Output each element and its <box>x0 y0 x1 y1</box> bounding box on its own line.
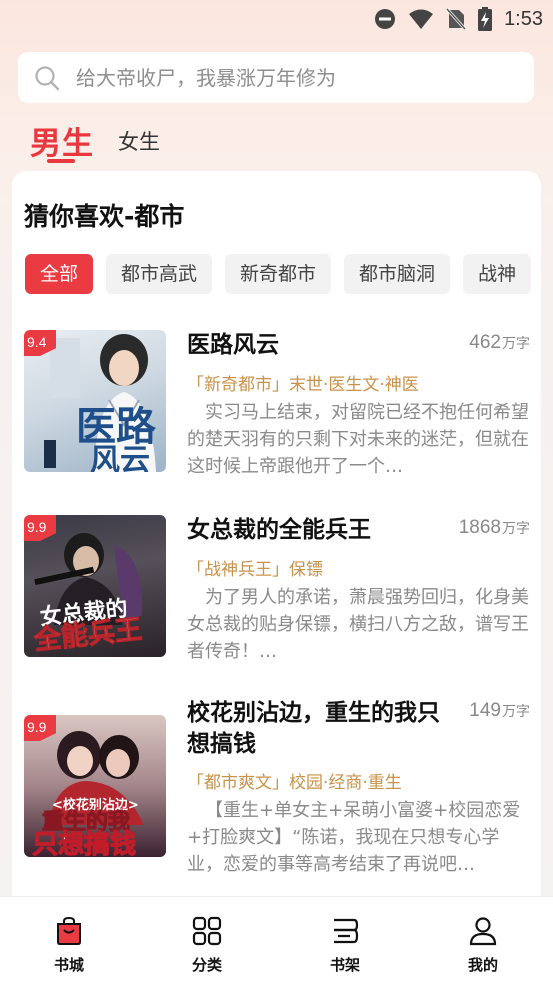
category-grid-icon <box>192 916 222 946</box>
book-item[interactable]: 医路 风云 9.4 医路风云 462万字 「新奇都市」末世·医生文·神医 实习马… <box>24 330 530 477</box>
book-title[interactable]: 校花别沾边，重生的我只想搞钱 <box>187 698 445 760</box>
category-chips: 全部 都市高武 新奇都市 都市脑洞 战神 <box>25 254 553 294</box>
do-not-disturb-icon <box>375 9 396 29</box>
word-count-value: 149 <box>469 700 501 721</box>
section-title: 猜你喜欢-都市 <box>24 202 185 231</box>
bottom-nav: 书城 分类 书架 我的 <box>0 896 553 983</box>
book-description-text: 【重生+单女主+呆萌小富婆+校园恋爱+打脸爽文】“陈诺，我现在只想专心学业，恋爱… <box>187 800 521 875</box>
nav-profile[interactable]: 我的 <box>443 897 523 983</box>
nav-label: 书架 <box>329 956 360 974</box>
chip-novel-urban[interactable]: 新奇都市 <box>225 254 332 294</box>
nav-label: 书城 <box>53 956 84 974</box>
status-time: 1:53 <box>504 7 543 30</box>
book-description: 【重生+单女主+呆萌小富婆+校园恋爱+打脸爽文】“陈诺，我现在只想专心学业，恋爱… <box>187 797 529 878</box>
wifi-icon <box>409 9 434 29</box>
book-description: 为了男人的承诺，萧晨强势回归，化身美女总裁的贴身保镖，横扫八方之敌，谱写王者传奇… <box>187 584 529 665</box>
chip-urban-brainstorm[interactable]: 都市脑洞 <box>344 254 451 294</box>
word-count-value: 462 <box>469 332 501 353</box>
chip-war-god[interactable]: 战神 <box>463 254 532 294</box>
word-count: 1868万字 <box>459 517 530 539</box>
bookstore-icon <box>57 916 81 945</box>
active-tab-indicator <box>47 159 75 163</box>
book-tags: 「新奇都市」末世·医生文·神医 <box>187 375 419 395</box>
svg-text:风云: 风云 <box>90 443 150 472</box>
book-description-text: 为了男人的承诺，萧晨强势回归，化身美女总裁的贴身保镖，横扫八方之敌，谱写王者传奇… <box>187 587 529 662</box>
profile-icon <box>469 917 497 946</box>
nav-bookstore[interactable]: 书城 <box>29 897 109 983</box>
search-bar[interactable] <box>18 52 534 103</box>
book-tags: 「战神兵王」保镖 <box>187 560 323 580</box>
svg-text:只想搞钱: 只想搞钱 <box>32 829 136 857</box>
word-count-unit: 万字 <box>502 521 530 537</box>
nav-label: 分类 <box>191 956 222 974</box>
word-count-unit: 万字 <box>502 704 530 720</box>
book-cover[interactable]: <校花别沾边> 重生的我 只想搞钱 9.9 <box>24 715 166 857</box>
nav-bookshelf[interactable]: 书架 <box>305 897 385 983</box>
status-bar: 1:53 <box>0 0 553 40</box>
book-item[interactable]: 女总裁的 全能兵王 9.9 女总裁的全能兵王 1868万字 「战神兵王」保镖 为… <box>24 515 530 662</box>
book-cover[interactable]: 医路 风云 9.4 <box>24 330 166 472</box>
no-sim-icon <box>446 7 467 31</box>
search-input[interactable] <box>76 52 516 103</box>
search-icon[interactable] <box>34 65 60 91</box>
word-count-value: 1868 <box>458 517 501 538</box>
word-count-unit: 万字 <box>502 336 530 352</box>
word-count: 149万字 <box>469 700 530 722</box>
chip-urban-martial[interactable]: 都市高武 <box>106 254 213 294</box>
book-title[interactable]: 女总裁的全能兵王 <box>187 515 457 546</box>
book-description: 实习马上结束，对留院已经不抱任何希望的楚天羽有的只剩下对未来的迷茫，但就在这时候… <box>187 399 529 480</box>
bookshelf-icon <box>334 918 359 944</box>
tab-female[interactable]: 女生 <box>118 126 160 156</box>
tab-male[interactable]: 男生 <box>30 118 94 163</box>
nav-category[interactable]: 分类 <box>167 897 247 983</box>
book-title[interactable]: 医路风云 <box>187 330 447 361</box>
word-count: 462万字 <box>469 332 530 354</box>
battery-charging-icon <box>478 7 493 31</box>
book-description-text: 实习马上结束，对留院已经不抱任何希望的楚天羽有的只剩下对未来的迷茫，但就在这时候… <box>187 402 529 477</box>
book-item[interactable]: <校花别沾边> 重生的我 只想搞钱 9.9 校花别沾边，重生的我只想搞钱 149… <box>24 698 530 883</box>
book-cover[interactable]: 女总裁的 全能兵王 9.9 <box>24 515 166 657</box>
nav-label: 我的 <box>467 956 498 974</box>
book-tags: 「都市爽文」校园·经商·重生 <box>187 773 402 793</box>
chip-all[interactable]: 全部 <box>25 254 94 294</box>
